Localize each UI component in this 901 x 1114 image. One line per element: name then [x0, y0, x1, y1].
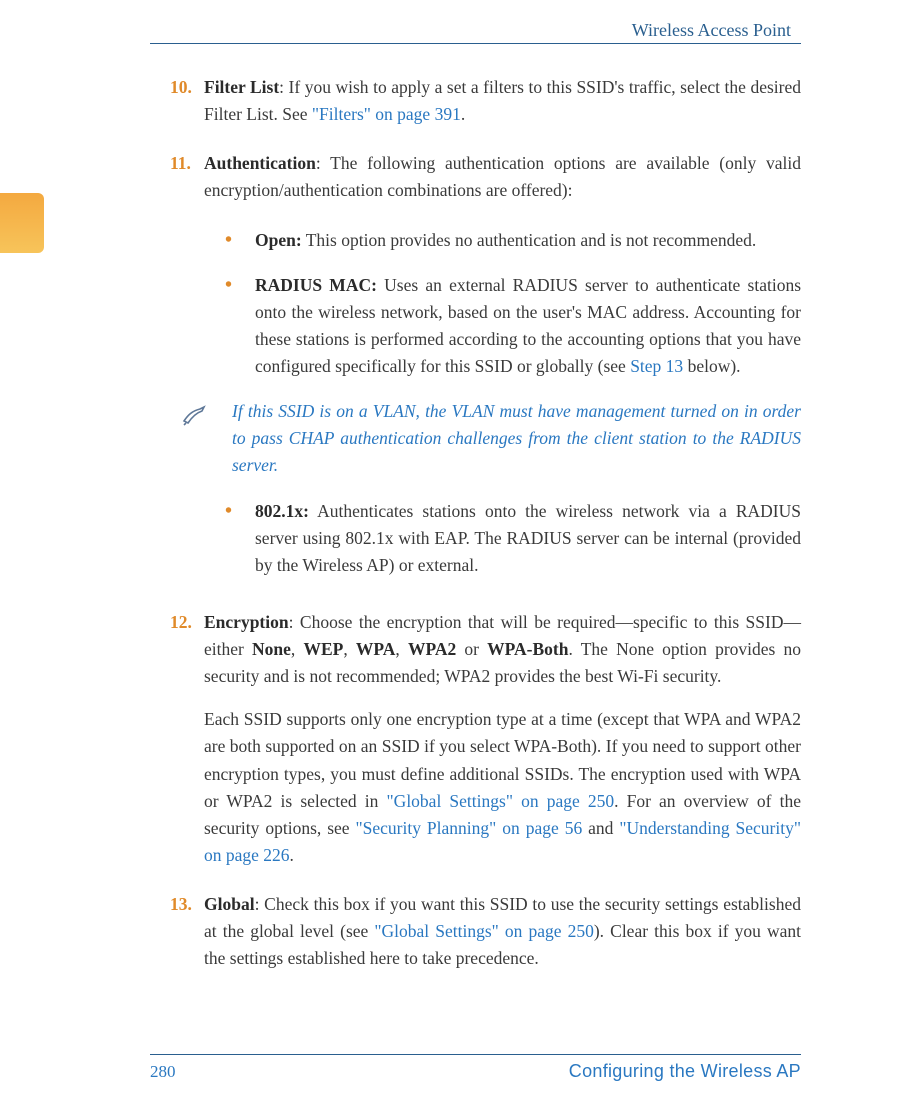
footer-row: 280 Configuring the Wireless AP [150, 1061, 801, 1082]
opt-wpa-both: WPA-Both [487, 639, 568, 659]
bullet-dot-icon: • [225, 498, 255, 579]
opt-wep: WEP [303, 639, 343, 659]
c: , [395, 639, 408, 659]
list-item-13: 13. Global: Check this box if you want t… [170, 891, 801, 972]
bullet-dot-icon: • [225, 227, 255, 254]
sep: : [316, 153, 330, 173]
bullet-dot-icon: • [225, 272, 255, 381]
bullet-radius-mac: • RADIUS MAC: Uses an external RADIUS se… [225, 272, 801, 381]
list-number: 10. [170, 74, 204, 128]
list-item-10: 10. Filter List: If you wish to apply a … [170, 74, 801, 128]
page-number: 280 [150, 1062, 176, 1082]
step13-link[interactable]: Step 13 [630, 356, 683, 376]
item-title: Encryption [204, 612, 289, 632]
list-item-12: 12. Encryption: Choose the encryption th… [170, 609, 801, 869]
security-planning-link[interactable]: "Security Planning" on page 56 [356, 818, 583, 838]
item-title: Filter List [204, 77, 279, 97]
list-item-11: 11. Authentication: The following authen… [170, 150, 801, 204]
bullet-body: RADIUS MAC: Uses an external RADIUS serv… [255, 272, 801, 381]
list-body: Encryption: Choose the encryption that w… [204, 609, 801, 869]
text: If you wish to apply a set a filters to … [204, 77, 801, 124]
note-text: If this SSID is on a VLAN, the VLAN must… [232, 398, 801, 479]
sep: : [289, 612, 300, 632]
text: Authenticates stations onto the wireless… [255, 501, 801, 575]
bullet-body: Open: This option provides no authentica… [255, 227, 801, 254]
footer-rule [150, 1054, 801, 1055]
list-body: Filter List: If you wish to apply a set … [204, 74, 801, 128]
para2: Each SSID supports only one encryption t… [204, 706, 801, 869]
footer: 280 Configuring the Wireless AP [100, 1054, 801, 1082]
sep: : [255, 894, 265, 914]
document-page: Wireless Access Point 10. Filter List: I… [0, 0, 901, 1114]
bullet-title: RADIUS MAC: [255, 275, 377, 295]
text: . [461, 104, 465, 124]
para1: Encryption: Choose the encryption that w… [204, 609, 801, 690]
text: and [582, 818, 619, 838]
side-tab [0, 193, 44, 253]
bullet-title: 802.1x: [255, 501, 309, 521]
bullet-body: 802.1x: Authenticates stations onto the … [255, 498, 801, 579]
header-title: Wireless Access Point [100, 20, 801, 41]
list-body: Global: Check this box if you want this … [204, 891, 801, 972]
header-rule [150, 43, 801, 44]
footer-label: Configuring the Wireless AP [569, 1061, 801, 1082]
text: This option provides no authentication a… [302, 230, 757, 250]
text: below). [683, 356, 740, 376]
item-title: Authentication [204, 153, 316, 173]
c: or [456, 639, 487, 659]
item-title: Global [204, 894, 255, 914]
bullet-8021x: • 802.1x: Authenticates stations onto th… [225, 498, 801, 579]
c: , [291, 639, 304, 659]
sep: : [279, 77, 288, 97]
global-settings-link[interactable]: "Global Settings" on page 250 [387, 791, 615, 811]
list-number: 11. [170, 150, 204, 204]
opt-wpa2: WPA2 [408, 639, 456, 659]
list-number: 13. [170, 891, 204, 972]
filters-link[interactable]: "Filters" on page 391 [312, 104, 461, 124]
text: . [290, 845, 294, 865]
opt-none: None [252, 639, 291, 659]
list-number: 12. [170, 609, 204, 869]
global-settings-link-2[interactable]: "Global Settings" on page 250 [374, 921, 593, 941]
bullet-open: • Open: This option provides no authenti… [225, 227, 801, 254]
bullet-title: Open: [255, 230, 302, 250]
note-icon [182, 398, 232, 479]
note-block: If this SSID is on a VLAN, the VLAN must… [182, 398, 801, 479]
list-body: Authentication: The following authentica… [204, 150, 801, 204]
c: , [343, 639, 356, 659]
opt-wpa: WPA [356, 639, 396, 659]
